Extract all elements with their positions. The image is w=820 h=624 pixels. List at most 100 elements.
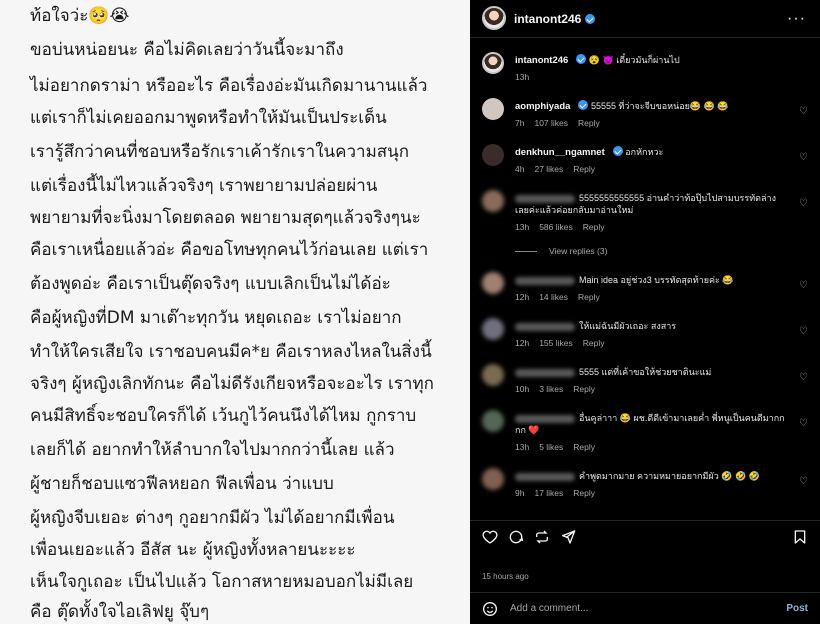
post-text-line: เลยก็ได้ อยากทำให้ลำบากใจไปมากกว่านี้เลย… [30,440,395,460]
comment-body: 5555555555555 อ่านคำว่าท้อปุ๊บไปสามบรรทั… [515,192,785,216]
reply-button[interactable]: Reply [578,118,600,128]
comment-icon[interactable] [508,529,524,545]
comment-username[interactable]: denkhun__ngamnet [515,147,605,158]
comment-time: 13h [515,222,530,232]
post-text-line: พยายามที่จะนิ่งมาโดยตลอด พยายามสุดๆแล้วจ… [30,208,421,228]
post-button[interactable]: Post [786,603,808,614]
heart-icon[interactable]: ♡ [799,418,808,429]
reply-button[interactable]: Reply [573,384,595,394]
blurred-username [515,194,575,203]
blurred-username [515,276,575,285]
post-text-line: คือเราเหนื่อยแล้วอ่ะ คือขอโทษทุกคนไว้ก่อ… [30,240,429,260]
comment-time: 4h [515,164,525,174]
avatar[interactable] [482,410,504,432]
blurred-username [515,414,575,423]
comment-likes[interactable]: 17 likes [534,488,563,498]
comment-time: 12h [515,338,530,348]
post-text-line: คนมีสิทธิ์จะชอบใครก็ได้ เว้นกูไว้คนนึงได… [30,406,417,426]
add-comment-bar: Add a comment... Post [470,592,820,624]
comment-text: 55555 ที่ว่าจะจีบขอหน่อย😂 😂 😂 [590,101,729,111]
avatar[interactable] [482,318,504,340]
caption-body: intanont246 😵 😈 เดี๋ยวมันก็ผ่านไป [515,54,785,67]
caption-meta: 13h [515,72,539,82]
heart-icon[interactable]: ♡ [799,106,808,117]
reply-button[interactable]: Reply [573,488,595,498]
avatar[interactable] [482,190,504,212]
post-text-line: แต่เราก็ไม่เคยออกมาพูดหรือทำให้มันเป็นปร… [30,108,387,128]
post-header: intanont246 ··· [470,0,820,38]
heart-icon[interactable]: ♡ [799,326,808,337]
heart-icon[interactable]: ♡ [799,372,808,383]
reply-button[interactable]: Reply [573,164,595,174]
post-text-line: ท้อใจว่ะ🥺😭 [30,6,130,26]
comment-likes[interactable]: 5 likes [539,442,563,452]
caption-time: 13h [515,72,530,82]
comment-text: อกหักหวะ [625,147,664,157]
view-replies-button[interactable]: View replies (3) [515,246,607,256]
repost-icon[interactable] [534,529,550,545]
header-username[interactable]: intanont246 [514,12,596,26]
comment-text: Main idea อยู่ช่วง3 บรรทัดสุดท้ายค่ะ 😂 [579,275,734,285]
comment-meta: 10h 3 likes Reply [515,384,605,394]
comment-username[interactable]: aomphiyada [515,101,570,112]
caption-text: 😵 😈 เดี๋ยวมันก็ผ่านไป [588,55,680,65]
verified-badge-icon [576,54,587,64]
post-text-line: เพื่อนเยอะแล้ว อีสัส นะ ผู้หญิงทั้งหลายน… [30,540,356,560]
post-text-line: เรารู้สึกว่าคนที่ชอบหรือรักเราเค้ารักเรา… [30,142,410,162]
avatar[interactable] [482,52,504,74]
comment-likes[interactable]: 14 likes [539,292,568,302]
comment-username[interactable]: intanont246 [515,55,568,66]
comment-time: 12h [515,292,530,302]
header-username-text: intanont246 [514,12,582,26]
post-text-line: แต่เรื่องนี้ไม่ไหวแล้วจริงๆ เราพยายามปล่… [30,176,378,196]
comment-body: aomphiyada 55555 ที่ว่าจะจีบขอหน่อย😂 😂 😂 [515,100,785,113]
post-text-line: จริงๆ ผู้หญิงเลิกทักนะ คือไม่ดีรังเกียจห… [30,374,434,394]
comment-time: 7h [515,118,525,128]
comment-body: คำพูดมากมาย ความหมายอยากมีผัว 🤣 🤣 🤣 [515,470,785,482]
comment-meta: 13h 5 likes Reply [515,442,605,452]
emoji-icon[interactable] [482,601,498,617]
comment-text: คำพูดมากมาย ความหมายอยากมีผัว 🤣 🤣 🤣 [579,471,760,481]
comment-time: 10h [515,384,530,394]
post-text-line: เห็นใจกูเถอะ เป็นไปแล้ว โอกาสหายหมอบอกไม… [30,572,414,592]
comment-body: ให้แม่ฉันมีผัวเถอะ สงสาร [515,320,785,332]
avatar[interactable] [482,468,504,490]
comment-likes[interactable]: 155 likes [539,338,573,348]
share-icon[interactable] [560,529,576,545]
comment-likes[interactable]: 27 likes [534,164,563,174]
avatar[interactable] [482,144,504,166]
verified-badge-icon [578,100,589,110]
avatar[interactable] [482,6,506,30]
comment-meta: 9h 17 likes Reply [515,488,605,498]
like-icon[interactable] [482,529,498,545]
add-comment-input[interactable]: Add a comment... [510,603,588,614]
heart-icon[interactable]: ♡ [799,152,808,163]
comment-text: 5555 แต่ที่เค้าขอให้ช่วยชาตินะแม่ [579,367,712,377]
post-text-line: คือ ตุ๊ดทั้งใจไอเลิฟยู จุ๊บๆ [30,602,210,622]
post-text-line: ทำให้ใครเสียใจ เราชอบคนมีค*ย คือเราหลงไห… [30,342,432,362]
bookmark-icon[interactable] [792,529,808,545]
verified-badge-icon [585,14,596,24]
avatar[interactable] [482,364,504,386]
avatar[interactable] [482,98,504,120]
avatar[interactable] [482,272,504,294]
comment-text: ให้แม่ฉันมีผัวเถอะ สงสาร [579,321,677,331]
reply-button[interactable]: Reply [578,292,600,302]
heart-icon[interactable]: ♡ [799,198,808,209]
comment-meta: 4h 27 likes Reply [515,164,605,174]
comment-likes[interactable]: 586 likes [539,222,573,232]
blurred-username [515,472,575,481]
comment-body: denkhun__ngamnet อกหักหวะ [515,146,785,159]
comment-time: 13h [515,442,530,452]
reply-button[interactable]: Reply [573,442,595,452]
heart-icon[interactable]: ♡ [799,476,808,487]
comment-meta: 12h 14 likes Reply [515,292,610,302]
comment-body: Main idea อยู่ช่วง3 บรรทัดสุดท้ายค่ะ 😂 [515,274,785,286]
comment-likes[interactable]: 3 likes [539,384,563,394]
more-options-icon[interactable]: ··· [787,10,806,28]
heart-icon[interactable]: ♡ [799,280,808,291]
comment-likes[interactable]: 107 likes [534,118,568,128]
reply-button[interactable]: Reply [583,222,605,232]
post-text-image: ท้อใจว่ะ🥺😭 ขอบ่นหน่อยนะ คือไม่คิดเลยว่าว… [0,0,470,624]
reply-button[interactable]: Reply [583,338,605,348]
